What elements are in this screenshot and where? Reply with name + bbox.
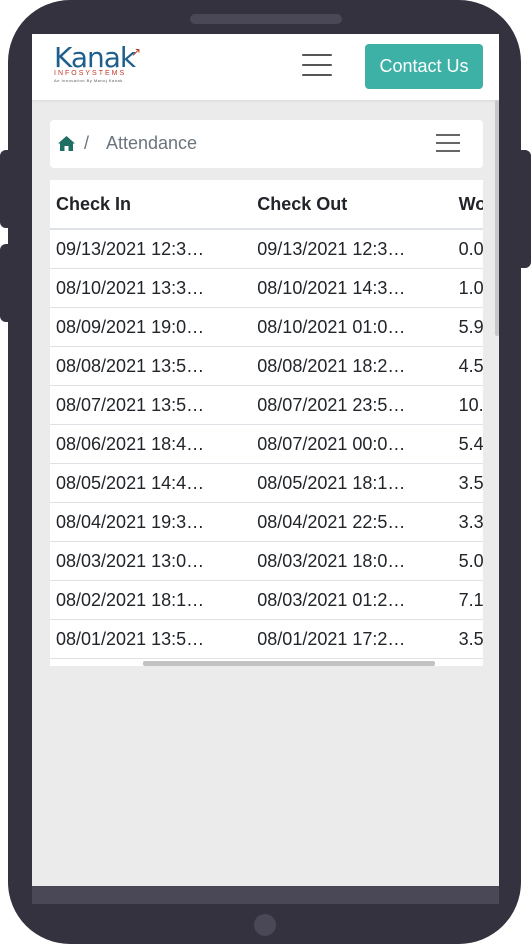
breadcrumb: / Attendance [50, 120, 483, 168]
cell-work: 3.5 [452, 619, 483, 659]
table-header-row: Check In Check Out Work [50, 180, 483, 230]
table-row: 08/05/2021 14:4…08/05/2021 18:1…3.53 [50, 463, 483, 503]
cell-check-out: 08/10/2021 14:3… [251, 268, 453, 308]
table-row: 08/09/2021 19:0…08/10/2021 01:0…5.98 [50, 307, 483, 347]
cell-check-out: 08/03/2021 18:0… [251, 541, 453, 581]
cell-check-out: 08/03/2021 01:2… [251, 580, 453, 620]
table-row: 08/08/2021 13:5…08/08/2021 18:2…4.55 [50, 346, 483, 386]
table-row: 09/13/2021 12:3… 09/13/2021 12:3… 0.0 [50, 229, 483, 269]
cell-check-in: 08/09/2021 19:0… [50, 307, 252, 347]
cell-check-in: 08/01/2021 13:5… [50, 619, 252, 659]
attendance-table-card: Check In Check Out Work 09/13/2021 12:3…… [50, 180, 483, 666]
cell-work: 7.1 [452, 580, 483, 620]
cell-work: 0.0 [452, 229, 483, 269]
cell-work: 5.4 [452, 424, 483, 464]
table-row: 08/07/2021 13:5…08/07/2021 23:5…10.0 [50, 385, 483, 425]
table-row: 08/03/2021 13:0… 08/03/2021 18:0… 5.0 [50, 541, 483, 581]
cell-check-out: 08/10/2021 01:0… [251, 307, 453, 347]
brand-logo[interactable]: Kanak ↗ INFOSYSTEMS An Innovation By Man… [54, 44, 154, 90]
cell-check-out: 08/05/2021 18:1… [251, 463, 453, 503]
cell-work: 3.53 [452, 463, 483, 503]
cell-check-in: 08/02/2021 18:1… [50, 580, 252, 620]
table-row: 08/06/2021 18:4… 08/07/2021 00:0… 5.4 [50, 424, 483, 464]
table-row: 08/04/2021 19:3…08/04/2021 22:5…3.33 [50, 502, 483, 542]
cell-check-out: 09/13/2021 12:3… [251, 229, 453, 269]
cell-check-out: 08/07/2021 23:5… [251, 385, 453, 425]
cell-check-out: 08/08/2021 18:2… [251, 346, 453, 386]
logo-subtitle: INFOSYSTEMS [54, 70, 127, 77]
phone-side-button-left-2 [0, 244, 14, 322]
cell-work: 5.0 [452, 541, 483, 581]
phone-side-button-left-1 [0, 150, 14, 228]
cell-check-out: 08/01/2021 17:2… [251, 619, 453, 659]
screen: Kanak ↗ INFOSYSTEMS An Innovation By Man… [32, 34, 499, 886]
cell-check-in: 08/06/2021 18:4… [50, 424, 252, 464]
breadcrumb-current: Attendance [106, 133, 198, 153]
cell-check-in: 09/13/2021 12:3… [50, 229, 252, 269]
logo-tagline: An Innovation By Manoj Kanak [54, 78, 123, 83]
phone-side-button-right [516, 150, 531, 268]
cell-work: 4.55 [452, 346, 483, 386]
column-header-work[interactable]: Work [452, 180, 483, 230]
cell-check-out: 08/04/2021 22:5… [251, 502, 453, 542]
cell-check-in: 08/10/2021 13:3… [50, 268, 252, 308]
cell-check-in: 08/07/2021 13:5… [50, 385, 252, 425]
hamburger-menu-icon[interactable] [302, 54, 332, 78]
cell-check-in: 08/03/2021 13:0… [50, 541, 252, 581]
column-header-check-in[interactable]: Check In [50, 180, 252, 230]
cell-work: 1.0 [452, 268, 483, 308]
cell-work: 3.33 [452, 502, 483, 542]
phone-home-button [254, 914, 276, 936]
table-row: 08/10/2021 13:3… 08/10/2021 14:3… 1.0 [50, 268, 483, 308]
horizontal-scrollbar[interactable] [143, 661, 435, 666]
cell-work: 5.98 [452, 307, 483, 347]
table-row: 08/02/2021 18:1… 08/03/2021 01:2… 7.1 [50, 580, 483, 620]
table-row: 08/01/2021 13:5… 08/01/2021 17:2… 3.5 [50, 619, 483, 659]
cell-check-in: 08/04/2021 19:3… [50, 502, 252, 542]
contact-us-button[interactable]: Contact Us [365, 44, 483, 89]
column-header-check-out[interactable]: Check Out [251, 180, 453, 230]
vertical-scrollbar[interactable] [495, 100, 499, 336]
cell-work: 10.0 [452, 385, 483, 425]
screen-bottom-bar [32, 886, 499, 904]
cell-check-out: 08/07/2021 00:0… [251, 424, 453, 464]
phone-speaker [190, 14, 342, 24]
breadcrumb-separator: / [84, 133, 90, 153]
cell-check-in: 08/08/2021 13:5… [50, 346, 252, 386]
breadcrumb-menu-icon[interactable] [436, 134, 460, 154]
attendance-table: Check In Check Out Work 09/13/2021 12:3…… [50, 180, 483, 659]
logo-arrow-icon: ↗ [131, 45, 142, 59]
table-body: 09/13/2021 12:3… 09/13/2021 12:3… 0.0 08/10… [50, 229, 483, 659]
cell-check-in: 08/05/2021 14:4… [50, 463, 252, 503]
top-navbar: Kanak ↗ INFOSYSTEMS An Innovation By Man… [32, 34, 499, 100]
home-icon[interactable] [58, 136, 75, 151]
